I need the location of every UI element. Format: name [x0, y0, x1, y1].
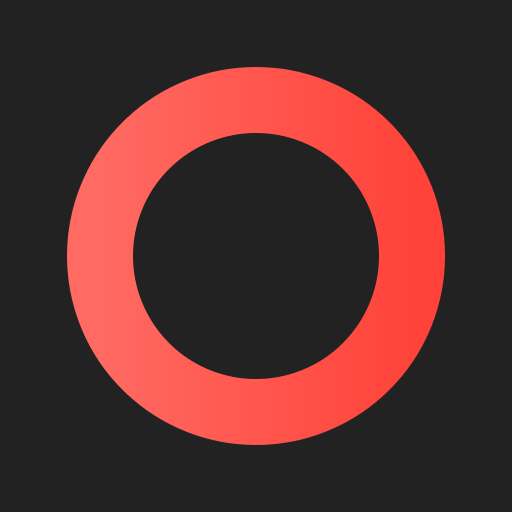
ring-icon [0, 0, 512, 512]
app-icon-canvas [0, 0, 512, 512]
